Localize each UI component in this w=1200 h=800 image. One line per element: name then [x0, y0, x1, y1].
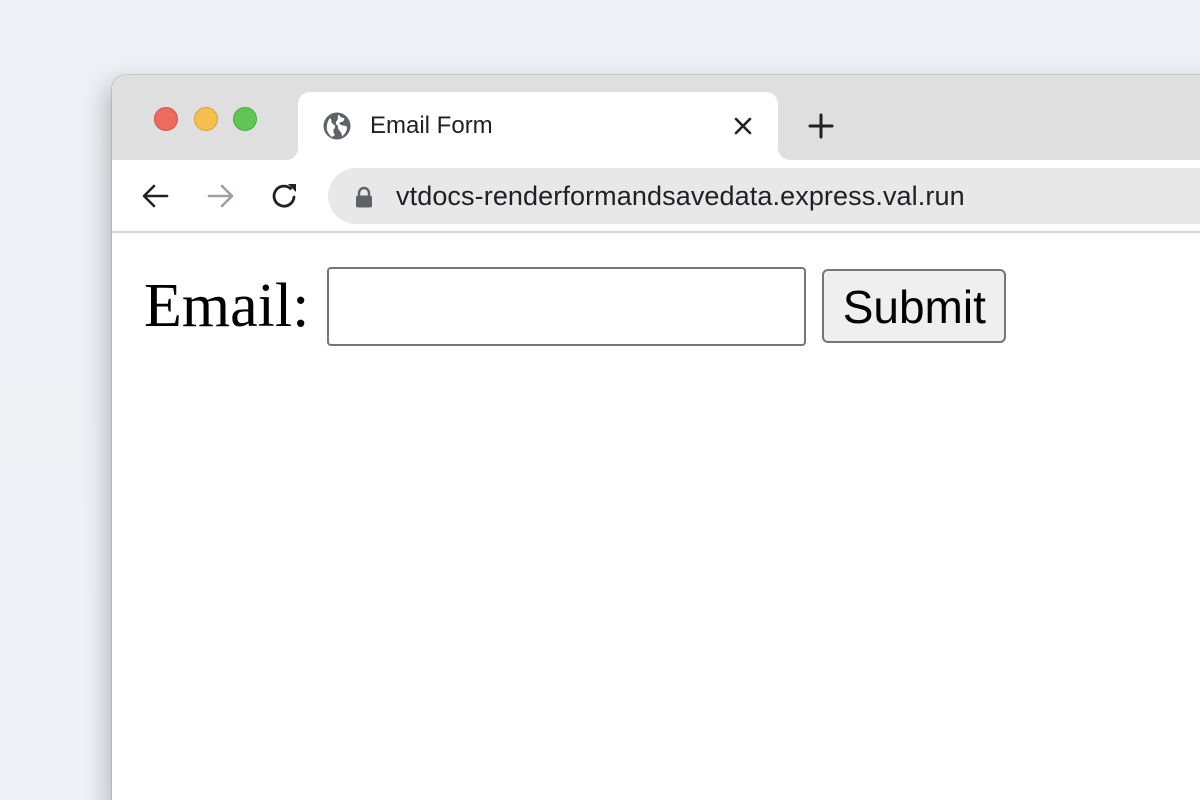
submit-button[interactable]: Submit — [822, 269, 1007, 343]
lock-icon[interactable] — [354, 186, 374, 208]
close-icon[interactable] — [731, 114, 755, 138]
globe-icon — [323, 112, 351, 140]
window-maximize-button[interactable] — [233, 107, 257, 131]
desktop-background: Email Form vtdocs-renderformandsavedata.… — [0, 0, 1200, 800]
email-form: Email: Submit — [144, 266, 1007, 346]
address-bar[interactable]: vtdocs-renderformandsavedata.express.val… — [328, 168, 1200, 224]
window-close-button[interactable] — [154, 107, 178, 131]
tab-strip: Email Form — [112, 75, 1200, 160]
tab-title: Email Form — [370, 112, 493, 139]
forward-arrow-icon[interactable] — [204, 180, 236, 212]
plus-icon[interactable] — [806, 111, 836, 141]
browser-toolbar: vtdocs-renderformandsavedata.express.val… — [112, 160, 1200, 233]
window-minimize-button[interactable] — [194, 107, 218, 131]
page-content: Email: Submit — [112, 233, 1200, 800]
browser-window: Email Form vtdocs-renderformandsavedata.… — [112, 75, 1200, 800]
back-arrow-icon[interactable] — [140, 180, 172, 212]
email-label: Email: — [144, 272, 310, 340]
url-text: vtdocs-renderformandsavedata.express.val… — [396, 181, 965, 211]
email-field[interactable] — [327, 266, 807, 346]
reload-icon[interactable] — [269, 180, 301, 212]
browser-tab-active[interactable]: Email Form — [298, 92, 778, 160]
